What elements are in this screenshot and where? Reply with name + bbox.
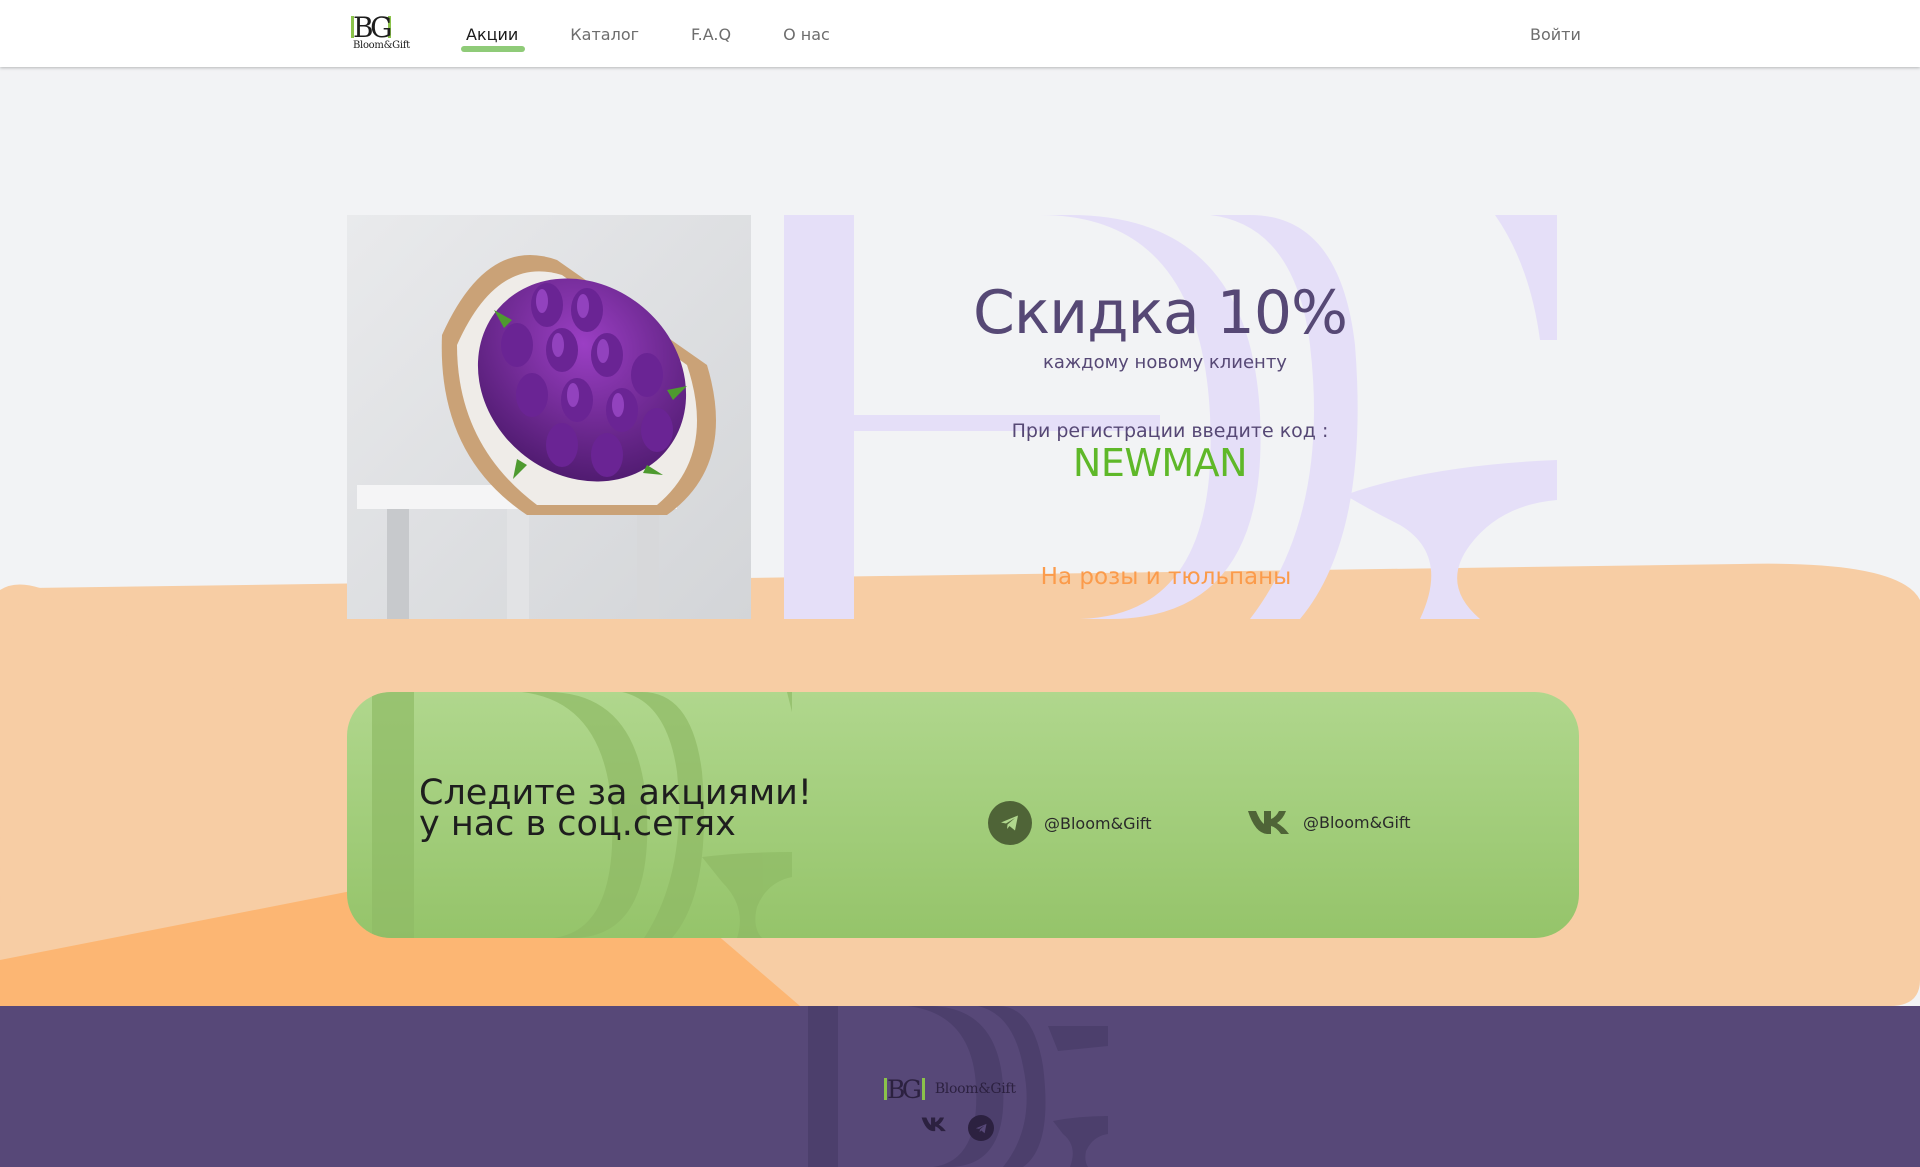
nav-item-catalog[interactable]: Каталог [570, 0, 639, 67]
footer-telegram-link[interactable] [968, 1115, 994, 1141]
social-heading-line: у нас в соц.сетях [419, 804, 736, 844]
telegram-icon [988, 801, 1032, 845]
logo-accent [921, 1078, 925, 1100]
vk-icon [1248, 811, 1289, 834]
nav-item-faq[interactable]: F.A.Q [691, 0, 731, 67]
telegram-icon [975, 1123, 986, 1133]
footer-logo-wordmark: Bloom&Gift [934, 1081, 1016, 1097]
brand-logo[interactable]: BG Bloom&Gift [351, 13, 411, 53]
promo-title: Скидка 10% [972, 278, 1348, 348]
footer: BG Bloom&Gift [0, 1006, 1920, 1167]
social-banner: Следите за акциями! у нас в соц.сетях @B… [347, 692, 1579, 938]
promo-code: NEWMAN [1072, 441, 1248, 485]
promo-subtitle: каждому новому клиенту [1043, 352, 1287, 373]
top-navbar: BG Bloom&Gift Акции Каталог F.A.Q О нас … [0, 0, 1920, 67]
footer-logo-monogram: BG [887, 1074, 922, 1104]
telegram-link[interactable]: @Bloom&Gift [988, 801, 1152, 845]
logo-wordmark: Bloom&Gift [353, 40, 410, 51]
vk-handle: @Bloom&Gift [1303, 812, 1411, 832]
footer-logo[interactable]: BG Bloom&Gift [884, 1074, 1016, 1104]
promo-note: На розы и тюльпаны [1040, 564, 1292, 590]
social-heading: Следите за акциями! у нас в соц.сетях [419, 776, 812, 844]
brand-watermark [784, 215, 1557, 619]
nav-item-promotions[interactable]: Акции [460, 0, 526, 67]
tulip-bouquet-image [347, 215, 751, 619]
promo-code-label: При регистрации введите код : [1011, 420, 1329, 442]
nav-item-about[interactable]: О нас [783, 0, 830, 67]
footer-vk-link[interactable] [921, 1116, 947, 1136]
vk-link[interactable]: @Bloom&Gift [1247, 809, 1411, 835]
logo-monogram: BG [353, 11, 393, 44]
login-link[interactable]: Войти [1530, 0, 1581, 70]
main-nav: Акции Каталог F.A.Q О нас [460, 0, 882, 67]
telegram-handle: @Bloom&Gift [1044, 813, 1152, 833]
vk-icon [921, 1117, 946, 1132]
